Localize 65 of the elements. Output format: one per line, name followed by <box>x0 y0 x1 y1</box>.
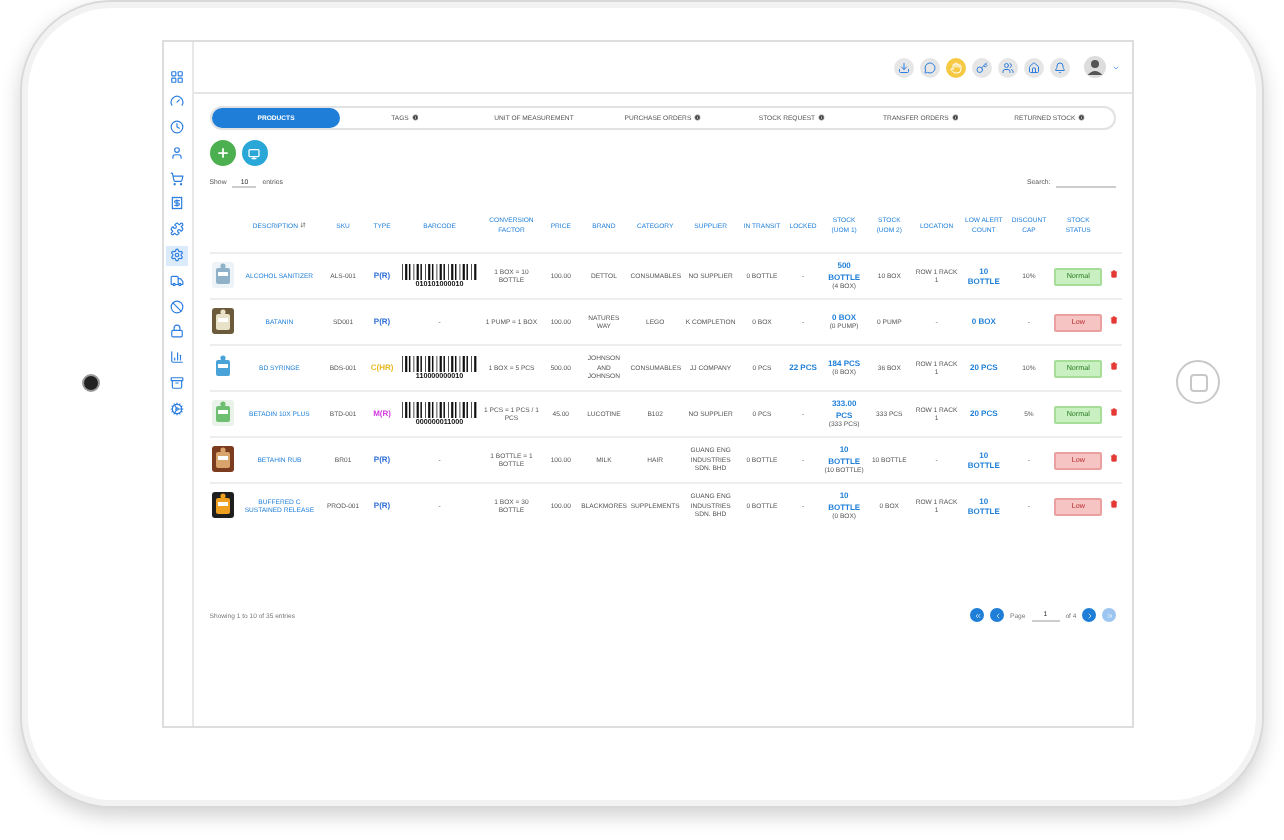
delete-icon[interactable] <box>1109 500 1118 509</box>
puzzle-icon <box>170 222 185 237</box>
add-button[interactable] <box>209 140 236 166</box>
monitor-icon <box>248 147 261 159</box>
key-button[interactable] <box>972 57 993 77</box>
clock-icon <box>170 120 185 135</box>
sidebar-item[interactable] <box>166 245 189 266</box>
receipt-icon <box>170 196 185 211</box>
barcode-icon <box>401 263 478 280</box>
info-icon <box>951 114 959 122</box>
gauge-icon <box>170 94 185 109</box>
delete-icon[interactable] <box>1109 270 1118 279</box>
plus-icon <box>215 146 230 160</box>
barcode-icon <box>401 401 478 418</box>
next-page-button[interactable] <box>1082 608 1097 622</box>
info-icon <box>1078 114 1086 122</box>
home-button[interactable] <box>1024 57 1045 77</box>
cart-icon <box>170 171 185 186</box>
user-icon <box>170 145 185 160</box>
bell-icon <box>1054 61 1067 73</box>
users-icon <box>1002 61 1015 73</box>
sort-icon[interactable] <box>299 221 306 228</box>
home-icon <box>1028 61 1041 73</box>
key-icon <box>976 61 989 73</box>
sidebar-item[interactable] <box>166 321 189 342</box>
info-icon <box>818 114 826 122</box>
archive-icon <box>170 376 185 391</box>
truck-icon <box>170 273 185 288</box>
sidebar-item[interactable] <box>166 398 189 419</box>
chart-icon <box>170 350 185 365</box>
monitor-button[interactable] <box>241 140 268 166</box>
barcode-icon <box>401 355 478 372</box>
first-page-button[interactable] <box>970 608 985 622</box>
download-button[interactable] <box>894 57 915 77</box>
info-icon <box>694 114 702 122</box>
camera-icon <box>82 373 101 391</box>
previous-page-button[interactable] <box>990 608 1005 622</box>
download-icon <box>898 61 911 73</box>
info-icon <box>411 114 419 122</box>
sidebar-item[interactable] <box>166 373 189 394</box>
chat-icon <box>924 61 937 73</box>
sidebar-item[interactable] <box>166 347 189 368</box>
delete-icon[interactable] <box>1109 408 1118 417</box>
bell-button[interactable] <box>1050 57 1071 77</box>
double-chevron-left-icon <box>973 611 982 619</box>
sidebar-item[interactable] <box>166 66 189 86</box>
gear-icon <box>170 401 185 416</box>
delete-icon[interactable] <box>1109 316 1118 325</box>
settings-icon <box>170 248 185 263</box>
lock-icon <box>170 324 185 339</box>
grid-icon <box>170 69 185 83</box>
sidebar-item[interactable] <box>166 168 189 189</box>
sidebar-item[interactable] <box>166 270 189 291</box>
sidebar-item[interactable] <box>166 296 189 317</box>
users-button[interactable] <box>998 57 1019 77</box>
sidebar-item[interactable] <box>166 91 189 112</box>
avatar-icon[interactable] <box>1084 56 1107 78</box>
delete-icon[interactable] <box>1109 454 1118 463</box>
delete-icon[interactable] <box>1109 362 1118 371</box>
hand-icon <box>950 61 963 73</box>
ban-icon <box>170 299 185 314</box>
sidebar-item[interactable] <box>166 117 189 138</box>
double-chevron-right-icon <box>1105 611 1114 619</box>
sidebar-item[interactable] <box>166 219 189 240</box>
chat-button[interactable] <box>920 57 941 77</box>
